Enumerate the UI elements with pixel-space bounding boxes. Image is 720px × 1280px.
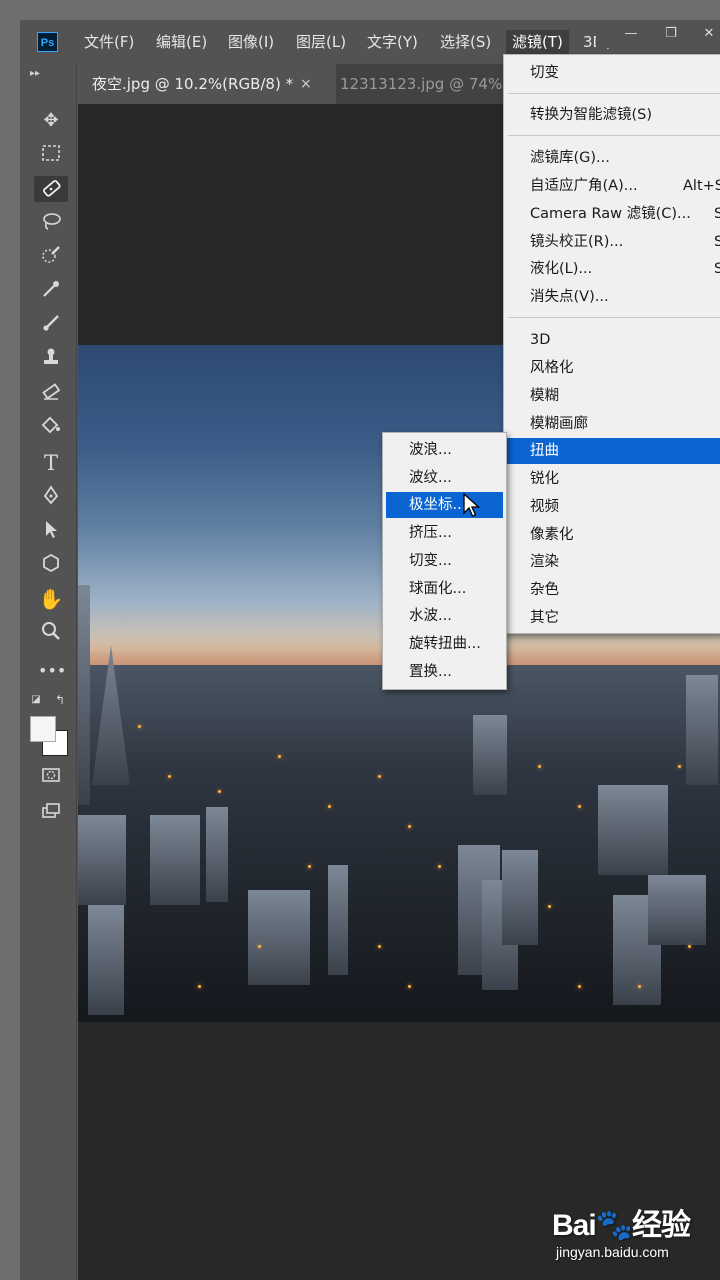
eraser-icon[interactable] — [38, 380, 64, 406]
building — [686, 675, 718, 785]
more-icon[interactable]: ••• — [38, 658, 66, 684]
stamp-icon[interactable] — [38, 346, 64, 372]
menu-separator — [508, 135, 720, 136]
mouse-cursor-icon — [463, 493, 481, 517]
menu-select[interactable]: 选择(S) — [434, 30, 497, 54]
tab-title: 12313123.jpg @ 74%( — [340, 75, 509, 93]
tools-panel: ▸▸ ✥ T ✋ ••• ◪ ↰ — [24, 64, 77, 1280]
submenu-item-shear[interactable]: 切变... — [386, 548, 503, 574]
window-controls: — ❐ ✕ — [596, 20, 720, 48]
menu-item-video[interactable]: 视频 — [504, 494, 720, 520]
quick-select-icon[interactable] — [38, 244, 64, 270]
building — [473, 715, 507, 795]
eyedropper-icon[interactable] — [38, 278, 64, 304]
menu-item-filter-gallery[interactable]: 滤镜库(G)... — [504, 145, 720, 171]
brush-icon[interactable] — [38, 312, 64, 338]
submenu-item-ripple[interactable]: 波纹... — [386, 465, 503, 491]
tab-title: 夜空.jpg @ 10.2%(RGB/8) * — [92, 75, 294, 93]
menu-type[interactable]: 文字(Y) — [361, 30, 424, 54]
menu-layer[interactable]: 图层(L) — [290, 30, 352, 54]
menu-item-lens-correction[interactable]: 镜头校正(R)... S — [504, 229, 720, 255]
submenu-item-twirl[interactable]: 旋转扭曲... — [386, 631, 503, 657]
menu-item-blur-gallery[interactable]: 模糊画廊 — [504, 411, 720, 437]
restore-button[interactable]: ❐ — [656, 22, 686, 46]
menu-item-liquify[interactable]: 液化(L)... S — [504, 256, 720, 282]
close-window-button[interactable]: ✕ — [694, 22, 720, 46]
watermark-logo-text: Bai🐾经验 — [552, 1209, 691, 1242]
submenu-item-zigzag[interactable]: 水波... — [386, 603, 503, 629]
type-icon[interactable]: T — [38, 450, 64, 476]
menu-item-adaptive-wide-angle[interactable]: 自适应广角(A)... Alt+S — [504, 173, 720, 199]
menu-item-render[interactable]: 渲染 — [504, 549, 720, 575]
move-icon[interactable]: ✥ — [38, 108, 64, 134]
photoshop-logo: Ps — [37, 32, 58, 52]
building — [328, 865, 348, 975]
collapse-panel-icon[interactable]: ▸▸ — [30, 68, 40, 79]
quick-mask-icon[interactable] — [38, 764, 64, 790]
default-colors-icon[interactable]: ◪ — [28, 692, 44, 708]
building — [78, 815, 126, 905]
baidu-jingyan-watermark: Bai🐾经验 jingyan.baidu.com — [552, 1200, 712, 1270]
menu-item-3d[interactable]: 3D — [504, 327, 720, 353]
zoom-icon[interactable] — [38, 620, 64, 646]
healing-brush-icon[interactable] — [34, 176, 68, 202]
building — [502, 850, 538, 945]
building — [648, 875, 706, 945]
tab-active-document[interactable]: 夜空.jpg @ 10.2%(RGB/8) * × — [78, 64, 336, 104]
shape-icon[interactable] — [38, 552, 64, 578]
submenu-item-polar-coordinates[interactable]: 极坐标... — [386, 492, 503, 518]
distort-submenu: 波浪... 波纹... 极坐标... 挤压... 切变... 球面化... 水波… — [382, 432, 507, 690]
path-select-icon[interactable] — [38, 518, 64, 544]
building — [88, 905, 124, 1015]
marquee-icon[interactable] — [38, 142, 64, 168]
building — [150, 815, 200, 905]
menu-item-pixelate[interactable]: 像素化 — [504, 522, 720, 548]
watermark-url: jingyan.baidu.com — [556, 1244, 669, 1260]
window-frame-top — [0, 0, 720, 20]
menu-filter[interactable]: 滤镜(T) — [506, 30, 569, 54]
building — [248, 890, 310, 985]
menu-separator — [508, 317, 720, 318]
close-tab-icon[interactable]: × — [300, 64, 312, 104]
paint-bucket-icon[interactable] — [38, 414, 64, 440]
submenu-item-pinch[interactable]: 挤压... — [386, 520, 503, 546]
submenu-item-wave[interactable]: 波浪... — [386, 437, 503, 463]
hand-icon[interactable]: ✋ — [38, 586, 64, 612]
building — [598, 785, 668, 875]
pen-icon[interactable] — [38, 484, 64, 510]
menu-item-noise[interactable]: 杂色 — [504, 577, 720, 603]
menu-item-vanishing-point[interactable]: 消失点(V)... — [504, 284, 720, 310]
submenu-item-spherize[interactable]: 球面化... — [386, 576, 503, 602]
building — [206, 807, 228, 902]
menu-item-convert-smart-filter[interactable]: 转换为智能滤镜(S) — [504, 102, 720, 128]
menu-separator — [508, 93, 720, 94]
screen-mode-icon[interactable] — [38, 800, 64, 826]
menu-item-other[interactable]: 其它 — [504, 605, 720, 631]
filter-menu-dropdown: 切变 转换为智能滤镜(S) 滤镜库(G)... 自适应广角(A)... Alt+S… — [503, 54, 720, 634]
window-frame-left — [0, 0, 20, 1280]
lasso-icon[interactable] — [38, 210, 64, 236]
menu-item-blur[interactable]: 模糊 — [504, 383, 720, 409]
menu-item-shear[interactable]: 切变 — [504, 60, 720, 86]
menu-item-sharpen[interactable]: 锐化 — [504, 466, 720, 492]
menu-item-stylize[interactable]: 风格化 — [504, 355, 720, 381]
menu-file[interactable]: 文件(F) — [78, 30, 140, 54]
menu-item-camera-raw[interactable]: Camera Raw 滤镜(C)... S — [504, 201, 720, 227]
tall-building — [78, 585, 90, 805]
foreground-color-swatch[interactable] — [30, 716, 56, 742]
minimize-button[interactable]: — — [616, 22, 646, 46]
submenu-item-displace[interactable]: 置换... — [386, 659, 503, 685]
menu-edit[interactable]: 编辑(E) — [150, 30, 213, 54]
swap-colors-icon[interactable]: ↰ — [52, 692, 68, 708]
tab-second-document[interactable]: 12313123.jpg @ 74%( — [326, 64, 530, 104]
menu-item-distort[interactable]: 扭曲 — [504, 438, 720, 464]
menu-image[interactable]: 图像(I) — [222, 30, 280, 54]
